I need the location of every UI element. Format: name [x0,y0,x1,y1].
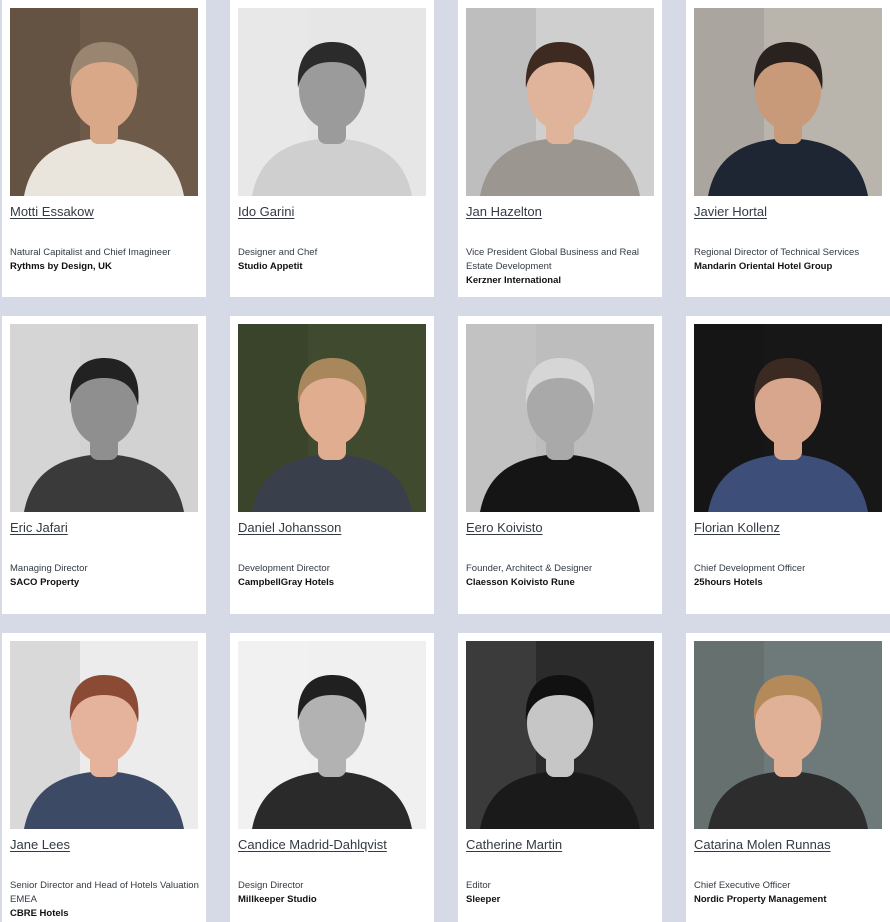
speaker-details: Vice President Global Business and Real … [466,246,656,288]
portrait-illustration [10,8,198,196]
portrait-illustration [466,641,654,829]
speaker-details: Managing Director SACO Property [10,562,200,590]
speaker-name-link[interactable]: Candice Madrid-Dahlqvist [238,837,387,852]
speaker-photo [238,641,426,829]
speaker-name-link[interactable]: Jan Hazelton [466,204,542,219]
speaker-photo [694,641,882,829]
speaker-details: Design Director Millkeeper Studio [238,879,428,907]
speaker-details: Chief Development Officer 25hours Hotels [694,562,884,590]
speaker-name-link[interactable]: Florian Kollenz [694,520,780,535]
speaker-card: Eero Koivisto Founder, Architect & Design… [458,316,662,614]
speaker-details: Development Director CampbellGray Hotels [238,562,428,590]
portrait-illustration [238,641,426,829]
speaker-company: CampbellGray Hotels [238,577,335,588]
speaker-name-link[interactable]: Motti Essakow [10,204,94,219]
speaker-details: Editor Sleeper [466,879,656,907]
speaker-card: Motti Essakow Natural Capitalist and Chie… [2,0,206,297]
speaker-photo [694,8,882,196]
speaker-name-link[interactable]: Daniel Johansson [238,520,341,535]
speaker-company: Nordic Property Management [694,894,827,905]
speaker-card: Catarina Molen Runnas Chief Executive Off… [686,633,890,922]
speaker-photo [466,641,654,829]
speaker-company: Studio Appetit [238,261,303,272]
speaker-role: Designer and Chef [238,247,318,258]
speaker-company: Claesson Koivisto Rune [466,577,575,588]
speaker-name-link[interactable]: Eric Jafari [10,520,68,535]
speaker-company: Mandarin Oriental Hotel Group [694,261,833,272]
speaker-card: Candice Madrid-Dahlqvist Design Director M… [230,633,434,922]
speaker-role: Regional Director of Technical Services [694,247,860,258]
speaker-photo [10,8,198,196]
speaker-details: Natural Capitalist and Chief Imagineer Ry… [10,246,200,274]
speaker-details: Designer and Chef Studio Appetit [238,246,428,274]
speaker-role: Managing Director [10,563,88,574]
speaker-photo [10,324,198,512]
speaker-name-link[interactable]: Javier Hortal [694,204,767,219]
speaker-role: Vice President Global Business and Real … [466,247,640,272]
speaker-name-link[interactable]: Catarina Molen Runnas [694,837,831,852]
speaker-photo [10,641,198,829]
speaker-company: 25hours Hotels [694,577,763,588]
speaker-role: Design Director [238,880,304,891]
speaker-photo [694,324,882,512]
speaker-details: Founder, Architect & Designer Claesson Ko… [466,562,656,590]
speaker-card: Florian Kollenz Chief Development Officer… [686,316,890,614]
portrait-illustration [694,641,882,829]
speaker-name-link[interactable]: Eero Koivisto [466,520,543,535]
speaker-name-link[interactable]: Ido Garini [238,204,294,219]
speaker-role: Chief Development Officer [694,563,806,574]
speaker-photo [238,324,426,512]
speaker-card: Javier Hortal Regional Director of Techni… [686,0,890,297]
speaker-role: Development Director [238,563,330,574]
speaker-card: Jane Lees Senior Director and Head of Hot… [2,633,206,922]
speaker-role: Chief Executive Officer [694,880,791,891]
speaker-company: Rythms by Design, UK [10,261,112,272]
portrait-illustration [466,8,654,196]
portrait-illustration [238,8,426,196]
portrait-illustration [10,641,198,829]
speaker-company: Millkeeper Studio [238,894,317,905]
speaker-role: Senior Director and Head of Hotels Valua… [10,880,199,905]
speaker-details: Regional Director of Technical Services M… [694,246,884,274]
speaker-name-link[interactable]: Catherine Martin [466,837,562,852]
speaker-grid: Motti Essakow Natural Capitalist and Chie… [0,0,890,922]
speaker-card: Jan Hazelton Vice President Global Busine… [458,0,662,297]
portrait-illustration [694,324,882,512]
speaker-photo [238,8,426,196]
speaker-company: Kerzner International [466,275,562,286]
speaker-photo [466,324,654,512]
speaker-card: Catherine Martin Editor Sleeper [458,633,662,922]
speaker-card: Eric Jafari Managing Director SACO Propert… [2,316,206,614]
speaker-details: Senior Director and Head of Hotels Valua… [10,879,200,921]
speaker-company: Sleeper [466,894,501,905]
speaker-role: Natural Capitalist and Chief Imagineer [10,247,171,258]
speaker-card: Daniel Johansson Development Director Camp… [230,316,434,614]
speaker-details: Chief Executive Officer Nordic Property M… [694,879,884,907]
speaker-name-link[interactable]: Jane Lees [10,837,70,852]
speaker-company: CBRE Hotels [10,908,69,919]
portrait-illustration [466,324,654,512]
speaker-role: Editor [466,880,491,891]
speaker-company: SACO Property [10,577,80,588]
portrait-illustration [238,324,426,512]
speaker-photo [466,8,654,196]
portrait-illustration [694,8,882,196]
speaker-role: Founder, Architect & Designer [466,563,593,574]
portrait-illustration [10,324,198,512]
speaker-card: Ido Garini Designer and Chef Studio Appeti… [230,0,434,297]
